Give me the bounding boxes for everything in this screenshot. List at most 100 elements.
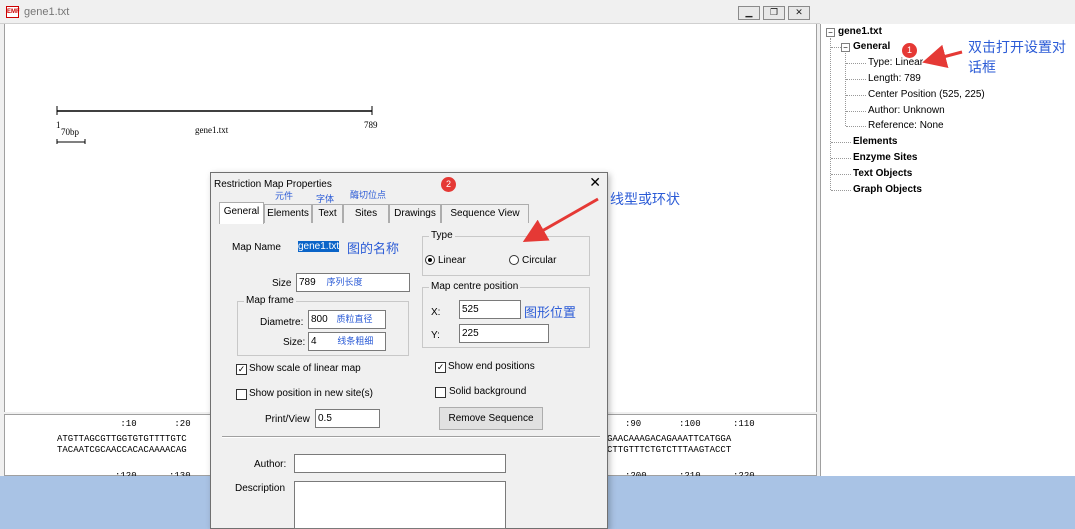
- circular-radio[interactable]: [509, 255, 519, 265]
- seq-ruler-top: :10 :20: [115, 419, 191, 429]
- map-start-label: 1: [56, 120, 61, 130]
- tab-text[interactable]: Text: [312, 204, 343, 223]
- frame-size-label: Size:: [283, 337, 306, 348]
- tree-item-general[interactable]: General: [853, 41, 890, 52]
- scale-unit-label: 70bp: [61, 127, 79, 137]
- seq-strand-2-left: TACAATCGCAACCACACAAAACAG: [57, 445, 187, 455]
- tree-item-elements[interactable]: Elements: [853, 136, 897, 147]
- tree-guide: [846, 126, 866, 127]
- tree-annotation-line2: 话框: [968, 60, 996, 76]
- tree-item-text-objects[interactable]: Text Objects: [853, 168, 912, 179]
- type-title: Type: [429, 230, 455, 241]
- map-name-label[interactable]: gene1.txt: [195, 125, 228, 135]
- tree-item-enzyme-sites[interactable]: Enzyme Sites: [853, 152, 917, 163]
- tree-guide: [831, 142, 851, 143]
- description-label: Description: [235, 483, 286, 494]
- tree-titlebar: [820, 0, 1075, 24]
- tree-root[interactable]: gene1.txt: [838, 26, 882, 37]
- diameter-value: 800: [311, 314, 328, 325]
- restriction-map-properties-dialog: Restriction Map Properties ✕ 2 元件 字体 酶切位…: [210, 172, 608, 529]
- tab-sites-annotation: 酶切位点: [350, 191, 387, 201]
- tree-guide: [831, 47, 841, 48]
- tree-annotation-line1: 双击打开设置对: [968, 40, 1066, 56]
- tab-elements-annotation: 元件: [275, 192, 294, 202]
- tree-guide: [831, 190, 851, 191]
- show-scale-checkbox[interactable]: ✓: [236, 364, 247, 375]
- diameter-label: Diametre:: [260, 317, 304, 328]
- seq-strand-2-right: CTTGTTTCTGTCTTTAAGTACCT: [607, 445, 732, 455]
- window-titlebar: [0, 0, 820, 24]
- map-name-annotation: 图的名称: [347, 242, 400, 257]
- map-end-label: 789: [364, 120, 378, 130]
- step-badge-2: 2: [441, 177, 456, 192]
- print-view-field[interactable]: 0.5: [315, 409, 380, 428]
- seq-strand-1-right: GAACAAAGACAGAAATTCATGGA: [607, 434, 732, 444]
- show-end-positions-checkbox[interactable]: ✓: [435, 362, 446, 373]
- author-label: Author:: [254, 459, 287, 470]
- tree-guide: [846, 63, 866, 64]
- diameter-field[interactable]: 800 质粒直径: [308, 310, 386, 329]
- check-icon: ✓: [237, 364, 246, 374]
- frame-size-field[interactable]: 4 线条粗细: [308, 332, 386, 351]
- tab-drawings[interactable]: Drawings: [389, 204, 441, 223]
- window-title: gene1.txt: [24, 6, 70, 18]
- y-field[interactable]: 225: [459, 324, 549, 343]
- general-pane: Map Name gene1.txt 图的名称 Size 789 序列长度 Ma…: [219, 223, 601, 529]
- restore-icon[interactable]: ❐: [763, 6, 785, 20]
- tree-guide: [831, 158, 851, 159]
- tree-guide: [846, 79, 866, 80]
- author-field[interactable]: [294, 454, 506, 473]
- check-icon: ✓: [436, 362, 445, 372]
- tree-item-center[interactable]: Center Position (525, 225): [868, 89, 985, 100]
- show-position-label: Show position in new site(s): [249, 388, 373, 399]
- dialog-close-icon[interactable]: ✕: [589, 176, 601, 190]
- linear-label: Linear: [438, 255, 466, 266]
- frame-size-value: 4: [311, 336, 317, 347]
- diameter-annotation: 质粒直径: [336, 315, 373, 325]
- description-field[interactable]: [294, 481, 506, 529]
- position-annotation: 图形位置: [524, 306, 577, 321]
- tree-item-reference[interactable]: Reference: None: [868, 120, 944, 131]
- linear-radio[interactable]: [425, 255, 435, 265]
- tree-item-graph-objects[interactable]: Graph Objects: [853, 184, 922, 195]
- map-frame-title: Map frame: [244, 295, 296, 306]
- print-view-label: Print/View: [265, 414, 310, 425]
- type-annotation: 线型或环状: [610, 192, 680, 208]
- tab-elements[interactable]: Elements: [264, 204, 312, 223]
- map-name-field[interactable]: gene1.txt: [296, 238, 341, 257]
- show-position-checkbox[interactable]: [236, 389, 247, 400]
- minimize-icon[interactable]: ▁: [738, 6, 760, 20]
- solid-background-label: Solid background: [449, 386, 527, 397]
- close-icon[interactable]: ✕: [788, 6, 810, 20]
- tab-sites[interactable]: Sites: [343, 204, 389, 223]
- collapse-icon[interactable]: −: [841, 43, 850, 52]
- step-badge-1: 1: [902, 43, 917, 58]
- size-value: 789: [299, 277, 316, 288]
- tree-guide: [846, 95, 866, 96]
- seq-ruler-top-right: :90 :100 :110: [625, 419, 755, 429]
- properties-tree: − gene1.txt − General Type: Linear Lengt…: [820, 24, 1075, 476]
- show-scale-label: Show scale of linear map: [249, 363, 361, 374]
- show-end-positions-label: Show end positions: [448, 361, 535, 372]
- x-field[interactable]: 525: [459, 300, 521, 319]
- window-controls: ▁ ❐ ✕: [738, 6, 810, 20]
- divider: [222, 436, 600, 438]
- map-name-label: Map Name: [232, 242, 281, 253]
- remove-sequence-button[interactable]: Remove Sequence: [439, 407, 543, 430]
- app-map-icon: EMF: [6, 6, 20, 18]
- tree-guide: [830, 38, 831, 190]
- size-field[interactable]: 789 序列长度: [296, 273, 410, 292]
- circular-label: Circular: [522, 255, 557, 266]
- tree-item-type[interactable]: Type: Linear: [868, 57, 923, 68]
- tree-item-author[interactable]: Author: Unknown: [868, 105, 945, 116]
- map-name-value: gene1.txt: [298, 241, 340, 252]
- dialog-title: Restriction Map Properties: [214, 179, 332, 190]
- tab-sequence-view[interactable]: Sequence View: [441, 204, 529, 223]
- tree-item-length[interactable]: Length: 789: [868, 73, 921, 84]
- tab-general[interactable]: General: [219, 202, 264, 224]
- centre-position-title: Map centre position: [429, 281, 521, 292]
- collapse-icon[interactable]: −: [826, 28, 835, 37]
- line-size-annotation: 线条粗细: [337, 337, 374, 347]
- tree-guide: [846, 111, 866, 112]
- solid-background-checkbox[interactable]: [435, 387, 446, 398]
